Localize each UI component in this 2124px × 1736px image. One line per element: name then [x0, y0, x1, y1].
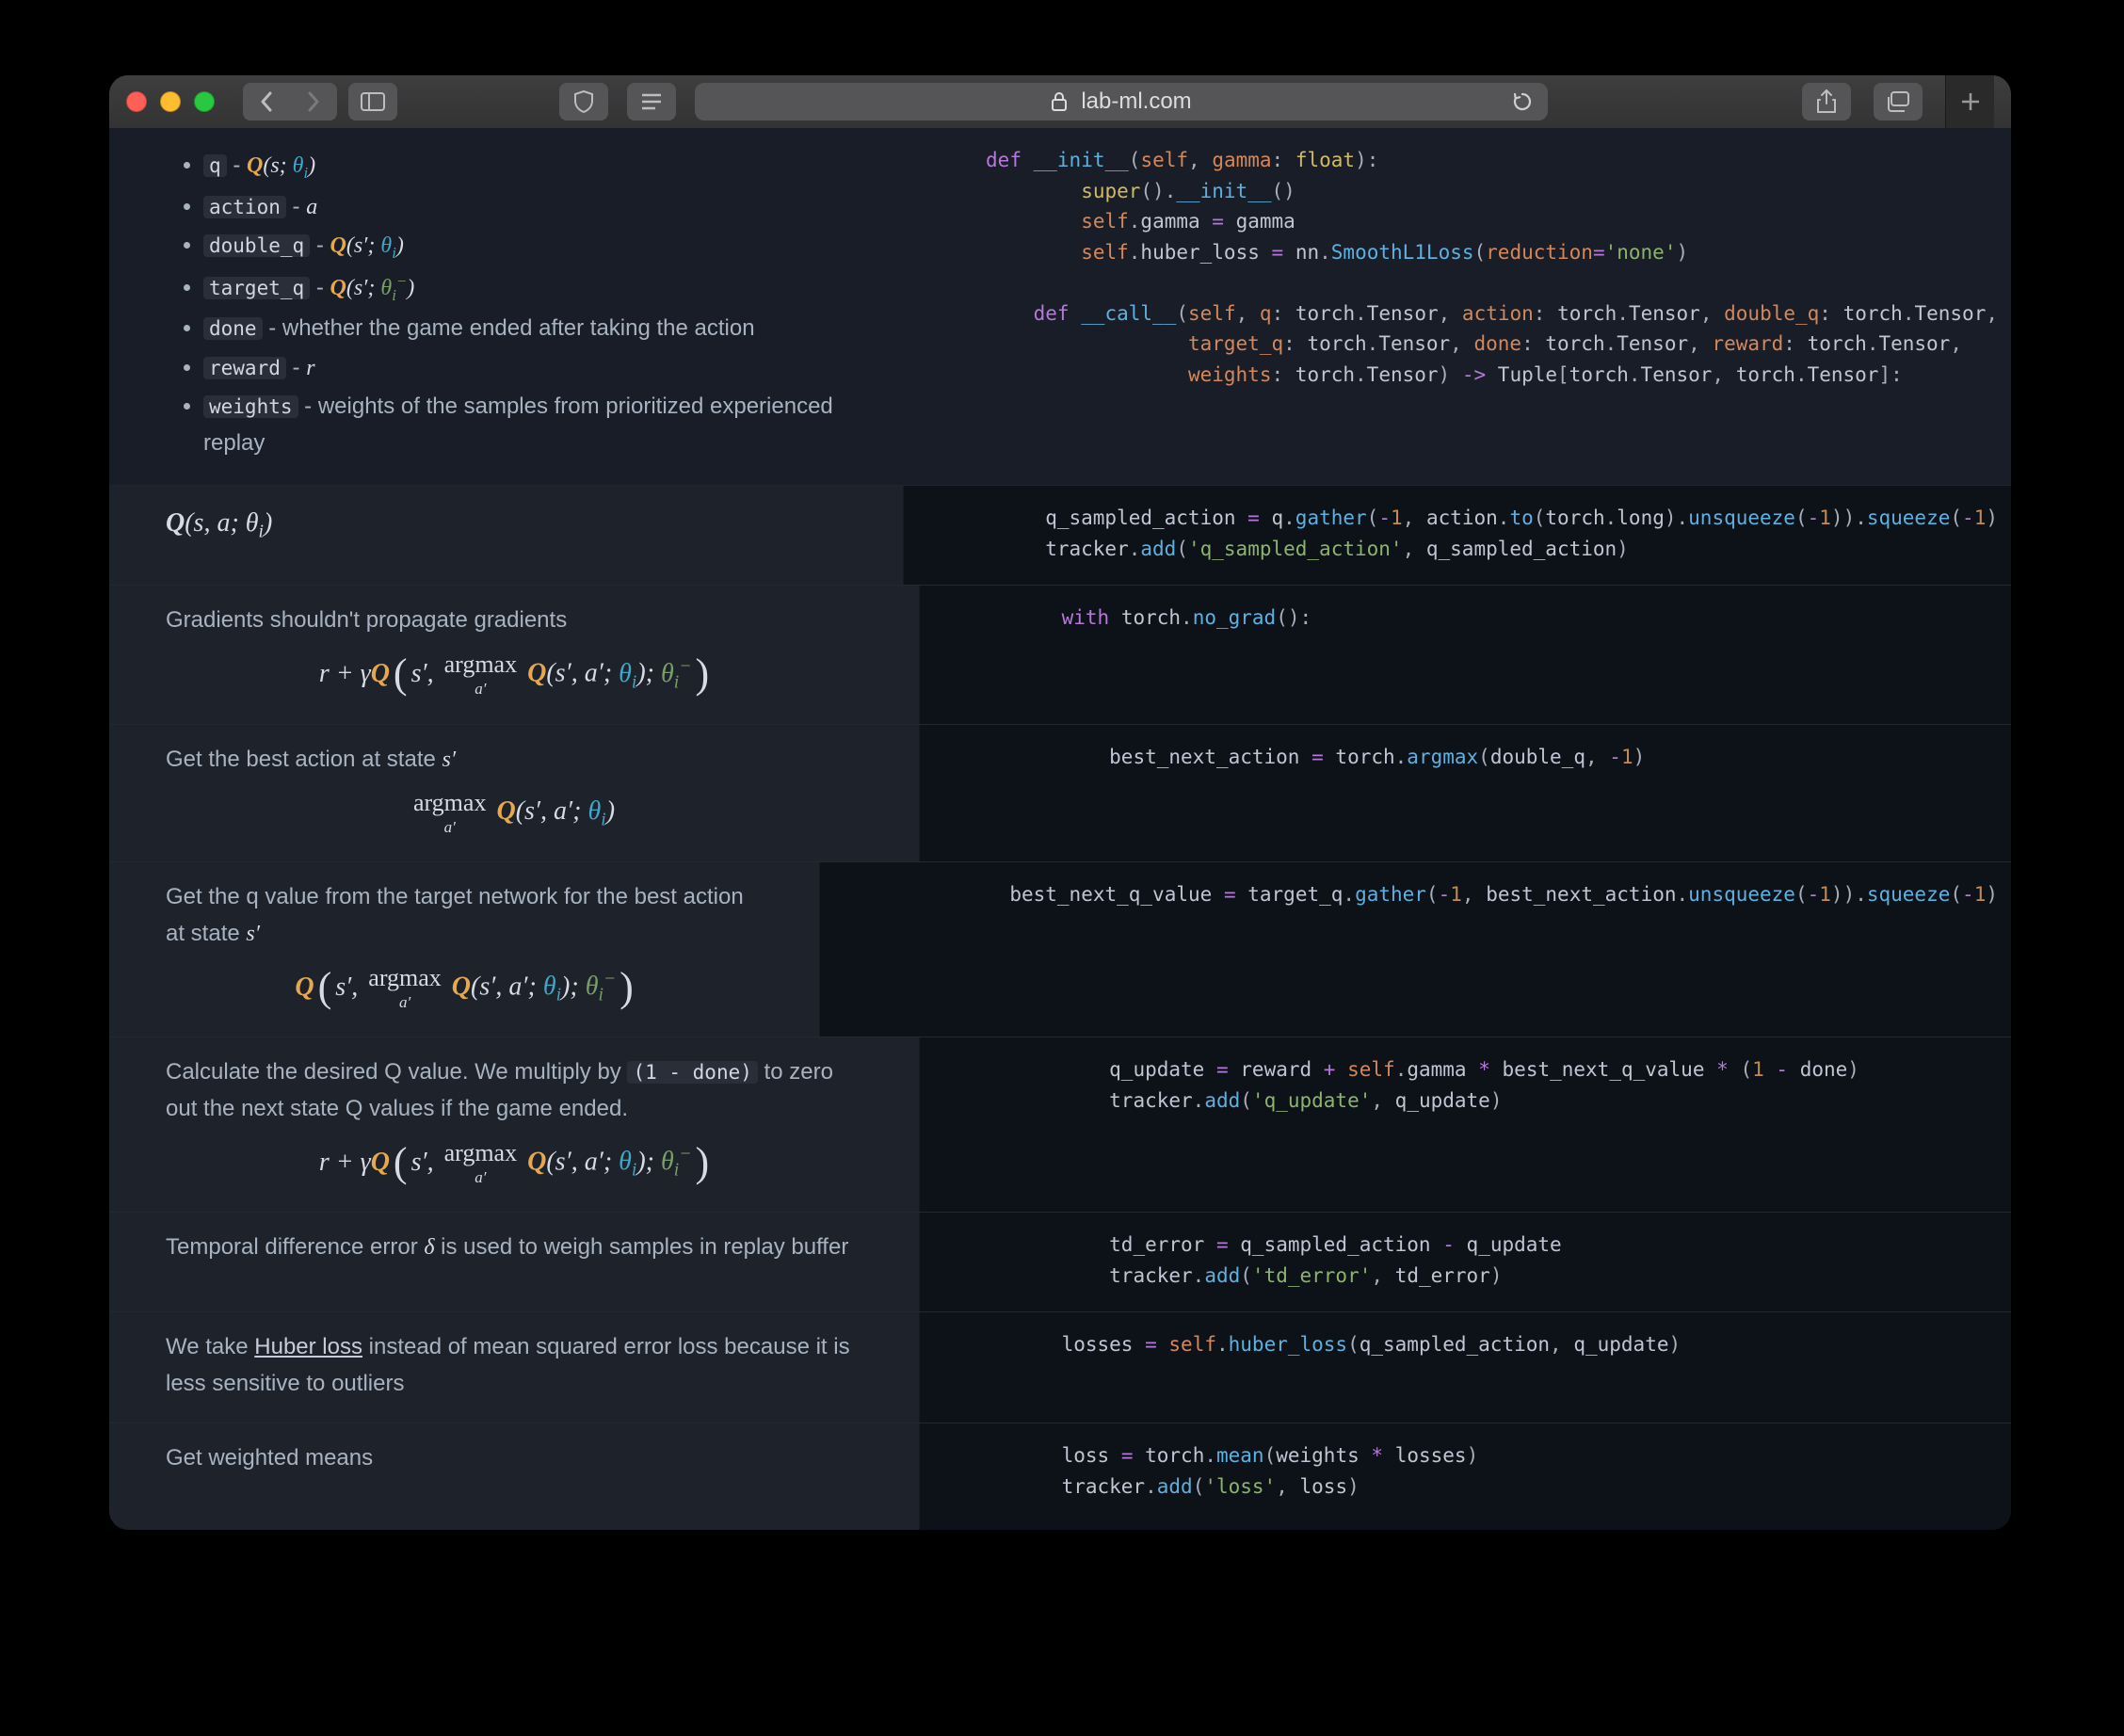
doc-cell: Get weighted means	[109, 1423, 919, 1530]
tabs-overview-button[interactable]	[1874, 83, 1923, 121]
code-cell[interactable]: with torch.no_grad():	[919, 586, 2011, 724]
arg-list: q - Q(s; θi) action - a double_q - Q(s′;…	[166, 148, 854, 461]
close-window-button[interactable]	[126, 91, 147, 112]
annotated-row: Get the q value from the target network …	[109, 862, 2011, 1037]
doc-cell: Calculate the desired Q value. We multip…	[109, 1037, 919, 1212]
arg-name: action	[203, 196, 286, 218]
annotated-row: Calculate the desired Q value. We multip…	[109, 1037, 2011, 1213]
arg-item: target_q - Q(s′; θi−)	[203, 269, 854, 309]
share-button[interactable]	[1802, 83, 1851, 121]
doc-text: is used to weigh samples in replay buffe…	[435, 1234, 849, 1260]
code-cell[interactable]: q_sampled_action = q.gather(-1, action.t…	[903, 486, 2011, 585]
sidebar-toggle-button[interactable]	[348, 83, 397, 121]
doc-text: Gradients shouldn't propagate gradients	[166, 603, 862, 638]
code-cell[interactable]: td_error = q_sampled_action - q_update t…	[919, 1213, 2011, 1311]
arg-name: done	[203, 317, 263, 340]
arg-name: reward	[203, 357, 286, 379]
new-tab-button[interactable]	[1945, 75, 1994, 128]
huber-loss-link[interactable]: Huber loss	[254, 1334, 362, 1359]
arg-item: q - Q(s; θi)	[203, 148, 854, 186]
arg-name: target_q	[203, 277, 310, 299]
doc-text: Temporal difference error	[166, 1234, 424, 1260]
arg-desc: - whether the game ended after taking th…	[263, 315, 755, 341]
section-header: q - Q(s; θi) action - a double_q - Q(s′;…	[109, 128, 2011, 486]
code-cell[interactable]: q_update = reward + self.gamma * best_ne…	[919, 1037, 2011, 1212]
arg-item: reward - r	[203, 350, 854, 386]
browser-window: lab-ml.com q - Q(s; θi) action - a doubl…	[109, 75, 2011, 1530]
titlebar: lab-ml.com	[109, 75, 2011, 128]
doc-cell: We take Huber loss instead of mean squar…	[109, 1312, 919, 1423]
fullscreen-window-button[interactable]	[194, 91, 215, 112]
padlock-icon	[1051, 92, 1068, 111]
annotated-row: Get the best action at state s′ argmaxa′…	[109, 725, 2011, 862]
doc-text: Get weighted means	[166, 1445, 373, 1471]
inline-code: (1 - done)	[627, 1061, 757, 1084]
nav-back-forward	[243, 83, 337, 121]
code-cell[interactable]: best_next_q_value = target_q.gather(-1, …	[819, 862, 2011, 1037]
doc-cell: Get the q value from the target network …	[109, 862, 819, 1037]
code-cell[interactable]: def __init__(self, gamma: float): super(…	[910, 128, 2011, 485]
arg-name: double_q	[203, 234, 310, 257]
reload-button[interactable]	[1512, 91, 1533, 112]
window-controls	[126, 91, 215, 112]
arg-desc: - weights of the samples from prioritize…	[203, 394, 833, 455]
code-cell[interactable]: loss = torch.mean(weights * losses) trac…	[919, 1423, 2011, 1530]
doc-cell: q - Q(s; θi) action - a double_q - Q(s′;…	[109, 128, 910, 485]
doc-cell: Gradients shouldn't propagate gradients …	[109, 586, 919, 724]
annotated-row: Gradients shouldn't propagate gradients …	[109, 586, 2011, 725]
doc-cell: Temporal difference error δ is used to w…	[109, 1213, 919, 1311]
doc-text: We take	[166, 1334, 254, 1359]
code-cell[interactable]: losses = self.huber_loss(q_sampled_actio…	[919, 1312, 2011, 1423]
nav-forward-button[interactable]	[290, 83, 337, 121]
annotated-row: We take Huber loss instead of mean squar…	[109, 1312, 2011, 1423]
code-cell[interactable]: best_next_action = torch.argmax(double_q…	[919, 725, 2011, 861]
doc-text: Calculate the desired Q value. We multip…	[166, 1059, 627, 1085]
doc-cell: Get the best action at state s′ argmaxa′…	[109, 725, 919, 861]
inline-math: δ	[424, 1235, 434, 1260]
minimize-window-button[interactable]	[160, 91, 181, 112]
arg-item: action - a	[203, 189, 854, 225]
arg-item: weights - weights of the samples from pr…	[203, 389, 854, 461]
nav-back-button[interactable]	[243, 83, 290, 121]
arg-name: q	[203, 154, 227, 177]
annotated-row: Q(s, a; θi) q_sampled_action = q.gather(…	[109, 486, 2011, 586]
reader-mode-button[interactable]	[627, 83, 676, 121]
address-bar[interactable]: lab-ml.com	[695, 83, 1548, 121]
privacy-shield-button[interactable]	[559, 83, 608, 121]
page-content[interactable]: q - Q(s; θi) action - a double_q - Q(s′;…	[109, 128, 2011, 1530]
arg-name: weights	[203, 395, 298, 418]
arg-item: done - whether the game ended after taki…	[203, 311, 854, 346]
doc-cell: Q(s, a; θi)	[109, 486, 903, 585]
annotated-row: Get weighted means loss = torch.mean(wei…	[109, 1423, 2011, 1530]
doc-text: Get the best action at state	[166, 747, 442, 772]
address-text: lab-ml.com	[1081, 88, 1191, 115]
annotated-row: Temporal difference error δ is used to w…	[109, 1213, 2011, 1312]
arg-item: double_q - Q(s′; θi)	[203, 228, 854, 266]
